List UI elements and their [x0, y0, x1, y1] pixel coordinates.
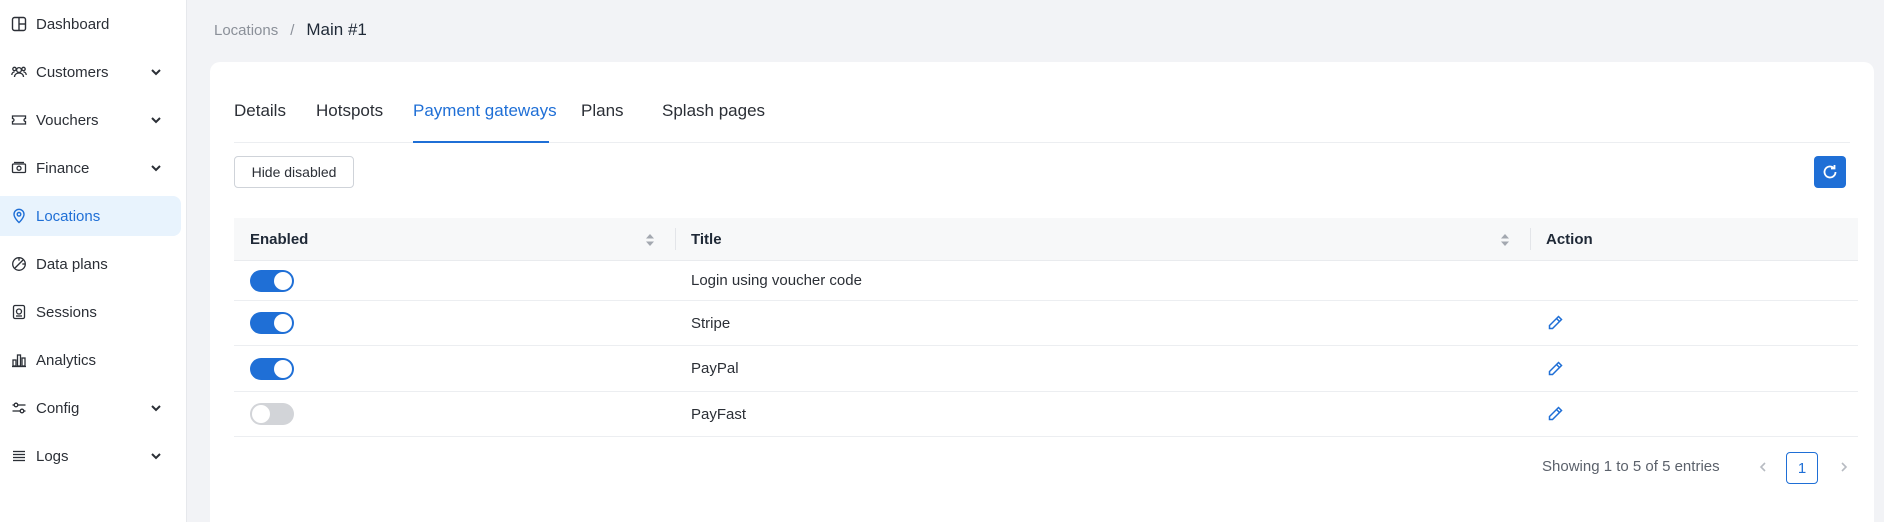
breadcrumb: Locations / Main #1: [214, 20, 367, 40]
tab-bar: Details Hotspots Payment gateways Plans …: [234, 90, 1850, 143]
sidebar-item-label: Locations: [36, 207, 101, 225]
sidebar-item-label: Customers: [36, 63, 109, 81]
sidebar-item-vouchers[interactable]: Vouchers: [0, 100, 181, 140]
action-cell: [1546, 346, 1564, 391]
page-title: Main #1: [306, 20, 367, 39]
action-cell: [1546, 301, 1564, 345]
sessions-icon: [10, 303, 28, 321]
action-cell: [1546, 392, 1564, 436]
payment-gateways-table: Enabled Title Action Login using voucher…: [234, 218, 1858, 437]
title-cell: PayPal: [691, 360, 739, 377]
dashboard-icon: [10, 15, 28, 33]
tab-splash-pages[interactable]: Splash pages: [662, 101, 765, 121]
active-tab-indicator: [413, 141, 549, 143]
tab-plans[interactable]: Plans: [581, 101, 624, 121]
analytics-icon: [10, 351, 28, 369]
sidebar-item-label: Data plans: [36, 255, 108, 273]
sidebar-item-logs[interactable]: Logs: [0, 436, 181, 476]
enabled-toggle[interactable]: [250, 403, 294, 425]
sidebar-item-dashboard[interactable]: Dashboard: [0, 4, 181, 44]
sidebar-item-finance[interactable]: Finance: [0, 148, 181, 188]
sidebar-item-label: Analytics: [36, 351, 97, 369]
sidebar-item-data-plans[interactable]: Data plans: [0, 244, 181, 284]
sidebar-item-sessions[interactable]: Sessions: [0, 292, 181, 332]
list-icon: [10, 447, 28, 465]
enabled-toggle[interactable]: [250, 312, 294, 334]
sidebar-item-label: Logs: [36, 447, 69, 465]
enabled-cell: [250, 346, 294, 391]
sort-icon[interactable]: [645, 233, 655, 247]
tab-payment-gateways[interactable]: Payment gateways: [413, 101, 557, 121]
voucher-icon: [10, 111, 28, 129]
title-cell: Login using voucher code: [691, 272, 862, 289]
sidebar-item-config[interactable]: Config: [0, 388, 181, 428]
sidebar: Dashboard Customers Vouchers Finance Loc…: [0, 0, 187, 522]
column-divider: [1530, 228, 1531, 250]
chevron-down-icon: [151, 117, 161, 124]
location-pin-icon: [10, 207, 28, 225]
content-card: Details Hotspots Payment gateways Plans …: [210, 62, 1874, 522]
table-row: PayFast: [234, 392, 1858, 437]
refresh-button[interactable]: [1814, 156, 1846, 188]
sort-icon[interactable]: [1500, 233, 1510, 247]
enabled-cell: [250, 261, 294, 300]
edit-pencil-icon[interactable]: [1546, 314, 1564, 332]
sidebar-item-analytics[interactable]: Analytics: [0, 340, 181, 380]
chevron-down-icon: [151, 165, 161, 172]
sidebar-item-label: Dashboard: [36, 15, 110, 33]
enabled-toggle[interactable]: [250, 269, 294, 292]
data-plan-icon: [10, 255, 28, 273]
chevron-down-icon: [151, 69, 161, 76]
column-divider: [675, 228, 676, 250]
breadcrumb-link-locations[interactable]: Locations: [214, 22, 278, 39]
sidebar-item-label: Sessions: [36, 303, 97, 321]
chevron-down-icon: [151, 405, 161, 412]
tab-hotspots[interactable]: Hotspots: [316, 101, 383, 121]
column-header-enabled[interactable]: Enabled: [250, 218, 308, 260]
table-header: Enabled Title Action: [234, 218, 1858, 261]
enabled-cell: [250, 392, 294, 436]
customers-icon: [10, 63, 28, 81]
sidebar-item-customers[interactable]: Customers: [0, 52, 181, 92]
chevron-left-icon[interactable]: [1756, 460, 1770, 474]
table-row: Login using voucher code: [234, 261, 1858, 301]
sidebar-item-locations[interactable]: Locations: [0, 196, 181, 236]
edit-pencil-icon[interactable]: [1546, 360, 1564, 378]
money-icon: [10, 159, 28, 177]
edit-pencil-icon[interactable]: [1546, 405, 1564, 423]
chevron-down-icon: [151, 453, 161, 460]
tab-details[interactable]: Details: [234, 101, 286, 121]
pagination-page-1[interactable]: 1: [1786, 452, 1818, 484]
sidebar-item-label: Vouchers: [36, 111, 99, 129]
table-row: Stripe: [234, 301, 1858, 346]
sidebar-item-label: Config: [36, 399, 80, 417]
column-header-action: Action: [1546, 230, 1593, 248]
sidebar-item-label: Finance: [36, 159, 90, 177]
refresh-icon: [1823, 165, 1837, 179]
sliders-icon: [10, 399, 28, 417]
hide-disabled-button[interactable]: Hide disabled: [234, 156, 354, 188]
column-header-title[interactable]: Title: [691, 218, 722, 260]
title-cell: Stripe: [691, 314, 731, 332]
breadcrumb-separator: /: [290, 21, 295, 39]
enabled-toggle[interactable]: [250, 357, 294, 380]
table-row: PayPal: [234, 346, 1858, 392]
title-cell: PayFast: [691, 405, 747, 423]
enabled-cell: [250, 301, 294, 345]
chevron-right-icon[interactable]: [1837, 460, 1851, 474]
pagination-info: Showing 1 to 5 of 5 entries: [1542, 458, 1720, 475]
